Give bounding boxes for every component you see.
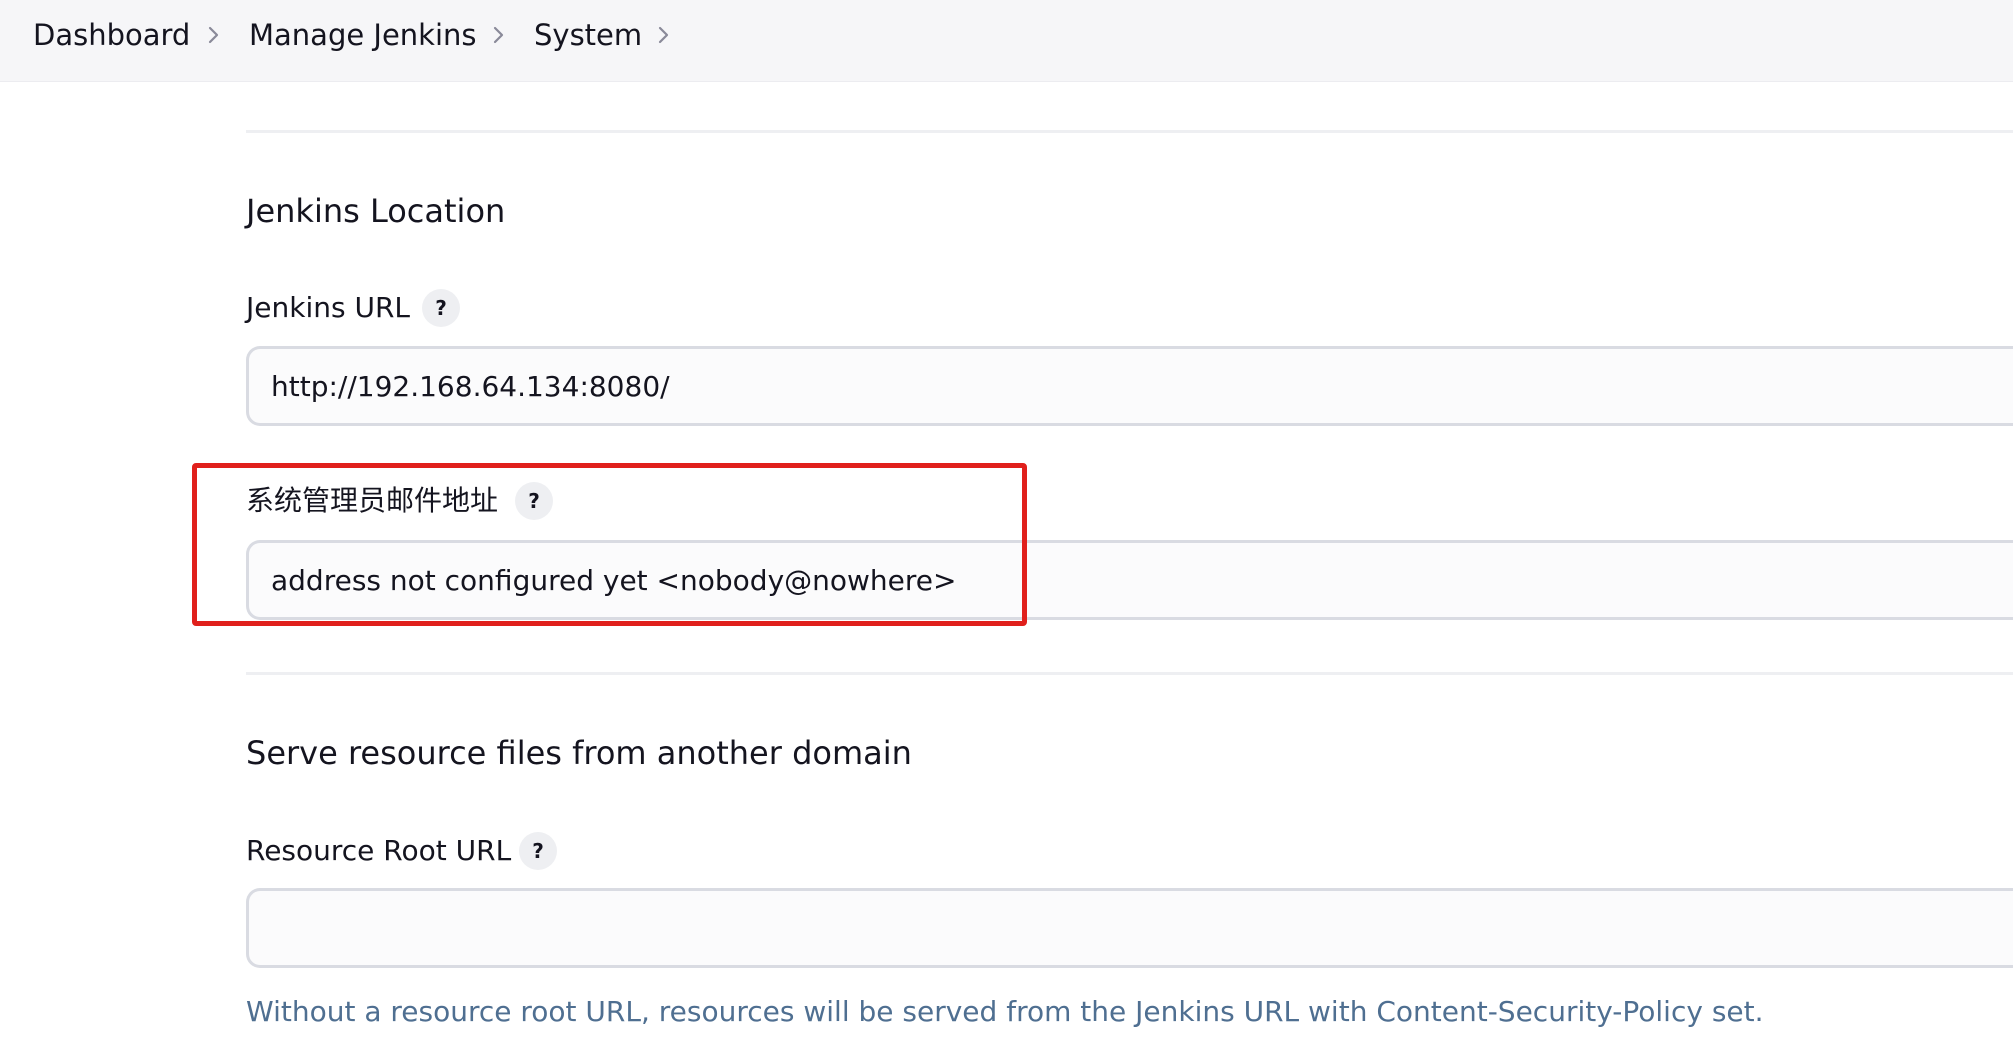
chevron-right-icon[interactable] bbox=[657, 19, 671, 51]
section-divider bbox=[246, 672, 2013, 675]
chevron-right-icon bbox=[492, 19, 506, 51]
help-icon[interactable]: ? bbox=[519, 832, 557, 870]
resource-root-url-label: Resource Root URL bbox=[246, 834, 512, 867]
section-title-resource-domain: Serve resource files from another domain bbox=[246, 734, 912, 772]
resource-root-url-hint: Without a resource root URL, resources w… bbox=[246, 995, 1764, 1028]
help-icon[interactable]: ? bbox=[422, 289, 460, 327]
highlight-annotation-box bbox=[192, 463, 1027, 626]
breadcrumb-item-system[interactable]: System bbox=[534, 16, 642, 54]
chevron-right-icon bbox=[207, 19, 221, 51]
section-title-jenkins-location: Jenkins Location bbox=[246, 192, 506, 230]
breadcrumb-item-dashboard[interactable]: Dashboard bbox=[33, 16, 190, 54]
breadcrumb: Dashboard Manage Jenkins System bbox=[0, 0, 2013, 82]
section-divider bbox=[246, 130, 2013, 133]
resource-root-url-input[interactable] bbox=[246, 888, 2013, 968]
jenkins-url-input[interactable] bbox=[246, 346, 2013, 426]
breadcrumb-item-manage-jenkins[interactable]: Manage Jenkins bbox=[249, 16, 477, 54]
jenkins-url-label: Jenkins URL bbox=[246, 291, 411, 324]
